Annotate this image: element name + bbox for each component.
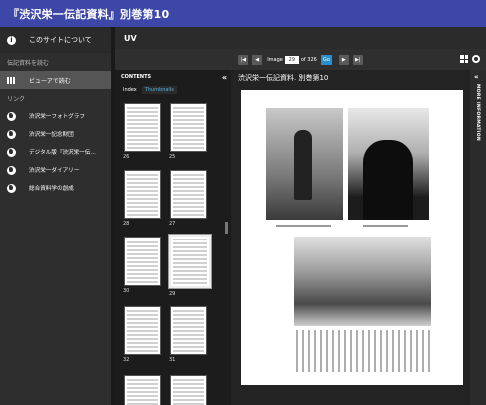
link-memorial-foundation[interactable]: 渋沢栄一記念財団 <box>0 125 111 143</box>
thumbnail-selected[interactable] <box>168 234 212 289</box>
image-number-input[interactable]: 29 <box>284 55 299 64</box>
page-view[interactable]: 渋沢栄一伝記資料. 別巻第10 <box>233 70 469 405</box>
viewer-title: UV <box>115 27 486 49</box>
gallery-view-icon[interactable] <box>460 55 468 63</box>
thumbnail[interactable] <box>124 170 161 219</box>
document-title: 渋沢栄一伝記資料. 別巻第10 <box>238 74 329 82</box>
sidebar: i このサイトについて 伝記資料を読む ビューアで読む リンク 渋沢栄一フォトグ… <box>0 27 111 405</box>
image-label: Image <box>267 56 283 63</box>
caption-line <box>276 225 331 227</box>
link-digital-biography[interactable]: デジタル版『渋沢栄一伝... <box>0 143 111 161</box>
last-page-button[interactable]: ▶| <box>352 54 363 65</box>
thumbnail-label: 26 <box>123 154 130 160</box>
thumbnail[interactable] <box>124 306 161 355</box>
thumbnail[interactable] <box>170 306 207 355</box>
globe-icon <box>7 129 16 139</box>
group-photo <box>294 237 431 326</box>
image-total-label: of 326 <box>300 56 317 63</box>
contents-panel: CONTENTS « Index Thumbnails 26 25 28 27 … <box>115 70 231 405</box>
tab-index[interactable]: Index <box>121 86 139 94</box>
next-page-button[interactable]: ▶ <box>338 54 349 65</box>
first-page-button[interactable]: |◀ <box>238 54 249 65</box>
read-section-heading: 伝記資料を読む <box>7 59 50 67</box>
thumbnail-label: 32 <box>123 357 130 363</box>
thumbnail[interactable] <box>170 170 207 219</box>
globe-icon <box>7 147 16 157</box>
figure-left <box>294 130 312 200</box>
tab-thumbnails[interactable]: Thumbnails <box>141 86 177 94</box>
settings-gear-icon[interactable] <box>472 55 480 63</box>
collapse-contents-icon[interactable]: « <box>222 73 227 82</box>
thumbnail[interactable] <box>170 375 207 405</box>
page-title: 『渋沢栄一伝記資料』別巻第10 <box>0 0 486 27</box>
about-link[interactable]: i このサイトについて <box>0 27 111 53</box>
globe-icon <box>7 183 16 193</box>
document-page-image[interactable] <box>241 90 463 385</box>
link-label: 渋沢栄一ダイアリー <box>29 168 80 174</box>
more-information-panel[interactable]: « MORE INFORMATION <box>470 70 486 405</box>
link-integrated-studies[interactable]: 総合資料学の創成 <box>0 179 111 197</box>
book-icon <box>7 76 15 84</box>
link-label: 渋沢栄一記念財団 <box>29 132 74 138</box>
thumbnail-list: 26 25 28 27 30 29 32 31 <box>121 100 225 405</box>
contents-heading: CONTENTS <box>121 74 152 80</box>
about-label: このサイトについて <box>29 36 92 44</box>
go-button[interactable]: Go <box>320 54 332 65</box>
thumbnail[interactable] <box>124 375 161 405</box>
link-label: デジタル版『渋沢栄一伝... <box>29 150 96 156</box>
thumbnail[interactable] <box>124 103 161 152</box>
link-diary[interactable]: 渋沢栄一ダイアリー <box>0 161 111 179</box>
universal-viewer: UV |◀ ◀ Image 29 of 326 Go ▶ ▶| CONTENTS… <box>115 27 486 405</box>
expand-more-info-icon[interactable]: « <box>474 73 479 81</box>
links-section-heading: リンク <box>7 95 26 103</box>
caption-line <box>363 225 408 227</box>
globe-icon <box>7 111 16 121</box>
thumbnail-label: 31 <box>169 357 176 363</box>
link-label: 渋沢栄一フォトグラフ <box>29 114 85 120</box>
thumbnail[interactable] <box>124 237 161 286</box>
thumbnail-label: 27 <box>169 221 176 227</box>
figure-right <box>363 140 413 220</box>
viewer-link[interactable]: ビューアで読む <box>0 71 111 89</box>
thumbnail-scrollbar[interactable] <box>225 222 228 234</box>
thumbnail-label: 29 <box>169 291 176 297</box>
vertical-text-block <box>296 330 430 372</box>
link-photograph[interactable]: 渋沢栄一フォトグラフ <box>0 107 111 125</box>
info-icon: i <box>7 35 16 45</box>
link-label: 総合資料学の創成 <box>29 186 74 192</box>
thumbnail-label: 28 <box>123 221 130 227</box>
thumbnail-label: 25 <box>169 154 176 160</box>
thumbnail-label: 30 <box>123 288 130 294</box>
globe-icon <box>7 165 16 175</box>
viewer-label: ビューアで読む <box>29 77 71 85</box>
prev-page-button[interactable]: ◀ <box>252 54 263 65</box>
thumbnail[interactable] <box>170 103 207 152</box>
navigation-bar: |◀ ◀ Image 29 of 326 Go ▶ ▶| <box>115 49 486 70</box>
more-info-label: MORE INFORMATION <box>475 84 480 141</box>
